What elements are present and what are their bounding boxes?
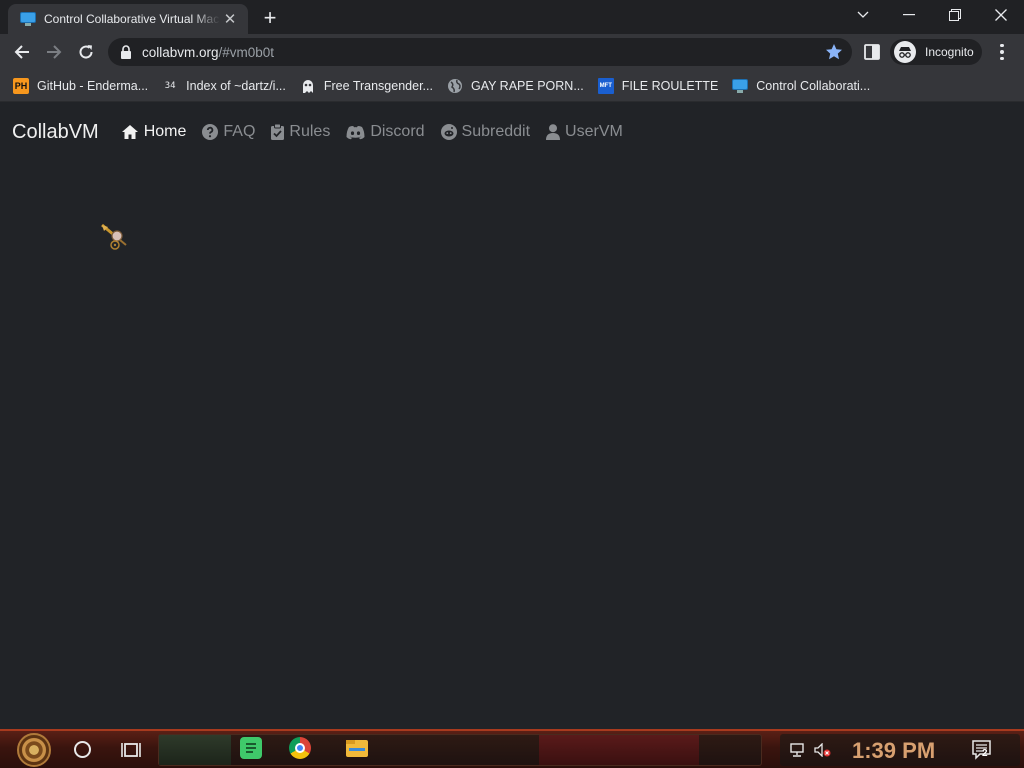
close-window-button[interactable] bbox=[978, 0, 1024, 30]
lock-icon bbox=[120, 45, 132, 59]
bookmark-item[interactable]: 34 Index of ~dartz/i... bbox=[155, 73, 293, 99]
address-bar[interactable]: collabvm.org/#vm0b0t bbox=[108, 38, 852, 66]
bookmarks-bar: PH GitHub - Enderma... 34 Index of ~dart… bbox=[0, 70, 1024, 102]
discord-icon bbox=[346, 125, 365, 139]
side-panel-icon[interactable] bbox=[862, 42, 882, 62]
bookmark-label: FILE ROULETTE bbox=[621, 78, 719, 93]
browser-toolbar: collabvm.org/#vm0b0t Incognito bbox=[0, 34, 1024, 70]
ghost-icon bbox=[300, 78, 316, 94]
ph-icon: PH bbox=[13, 77, 29, 94]
system-tray: 1:39 PM 2 bbox=[780, 734, 1020, 766]
minimize-button[interactable] bbox=[886, 0, 932, 30]
address-url: collabvm.org/#vm0b0t bbox=[142, 45, 274, 60]
arrow-left-icon bbox=[14, 45, 29, 59]
windows-taskbar: 1:39 PM 2 bbox=[0, 729, 1024, 768]
monitor-icon bbox=[20, 11, 36, 27]
bookmark-item[interactable]: MFT FILE ROULETTE bbox=[591, 73, 726, 99]
taskbar-decor-panel bbox=[539, 735, 699, 765]
url-path: /#vm0b0t bbox=[218, 44, 275, 60]
tab-active[interactable]: Control Collaborative Virtual Machine ✕ bbox=[8, 4, 248, 34]
bookmark-label: Control Collaborati... bbox=[756, 78, 871, 93]
nav-discord[interactable]: Discord bbox=[346, 123, 425, 141]
taskbar-decor-panel bbox=[159, 735, 231, 765]
bookmark-label: Index of ~dartz/i... bbox=[186, 78, 286, 93]
nav-faq-label: FAQ bbox=[223, 123, 256, 140]
incognito-label: Incognito bbox=[925, 45, 974, 59]
reload-icon bbox=[79, 45, 93, 59]
chrome-app-icon[interactable] bbox=[289, 737, 311, 759]
bookmark-label: GAY RAPE PORN... bbox=[470, 78, 584, 93]
taskbar-clock[interactable]: 1:39 PM bbox=[852, 738, 935, 764]
start-orb-icon bbox=[17, 733, 51, 767]
monitor-icon bbox=[732, 78, 749, 94]
notification-center-icon[interactable]: 2 bbox=[972, 740, 994, 760]
tab-close-icon[interactable]: ✕ bbox=[220, 9, 240, 29]
nav-uservm[interactable]: UserVM bbox=[546, 123, 623, 141]
bookmark-item[interactable]: PH GitHub - Enderma... bbox=[6, 73, 155, 99]
tab-search-chevron-icon[interactable] bbox=[840, 0, 886, 30]
browser-titlebar: Control Collaborative Virtual Machine ✕ … bbox=[0, 0, 1024, 34]
nav-rules-label: Rules bbox=[289, 123, 331, 140]
page-content: CollabVM Home FAQ Rules Discord Subreddi… bbox=[0, 103, 1024, 729]
task-view-icon[interactable] bbox=[121, 740, 141, 760]
notification-count: 2 bbox=[982, 748, 988, 759]
tab-title: Control Collaborative Virtual Machine bbox=[44, 12, 220, 26]
forward-button[interactable] bbox=[40, 38, 68, 66]
back-button[interactable] bbox=[8, 38, 36, 66]
reload-button[interactable] bbox=[72, 38, 100, 66]
nav-subreddit-label: Subreddit bbox=[461, 123, 531, 140]
new-tab-button[interactable]: + bbox=[258, 5, 282, 30]
bookmark-item[interactable]: Control Collaborati... bbox=[725, 73, 877, 99]
browser-menu-icon[interactable] bbox=[994, 40, 1010, 64]
nav-subreddit[interactable]: Subreddit bbox=[440, 123, 531, 141]
bookmark-label: Free Transgender... bbox=[323, 78, 433, 93]
nav-discord-label: Discord bbox=[370, 123, 425, 140]
start-button[interactable] bbox=[10, 732, 58, 768]
steampunk-cursor-icon bbox=[100, 223, 132, 255]
bookmark-label: GitHub - Enderma... bbox=[37, 78, 149, 93]
url-host: collabvm.org bbox=[142, 44, 219, 60]
nav-home-label: Home bbox=[143, 123, 187, 140]
mft-icon: MFT bbox=[597, 77, 614, 94]
file-explorer-icon[interactable] bbox=[346, 740, 368, 757]
user-icon bbox=[546, 124, 561, 140]
incognito-icon bbox=[894, 41, 916, 63]
question-icon bbox=[202, 124, 219, 140]
cortana-icon[interactable] bbox=[74, 741, 91, 758]
nav-home[interactable]: Home bbox=[121, 123, 187, 141]
site-navbar: CollabVM Home FAQ Rules Discord Subreddi… bbox=[0, 103, 1024, 161]
bookmark-item[interactable]: Free Transgender... bbox=[293, 73, 440, 99]
arrow-right-icon bbox=[47, 45, 62, 59]
home-icon bbox=[121, 125, 138, 139]
clipboard-icon bbox=[271, 124, 285, 140]
nav-uservm-label: UserVM bbox=[565, 123, 623, 140]
incognito-profile-button[interactable]: Incognito bbox=[890, 39, 982, 65]
index-icon: 34 bbox=[164, 80, 176, 91]
reddit-icon bbox=[440, 124, 457, 140]
site-brand[interactable]: CollabVM bbox=[12, 121, 99, 144]
notes-app-icon[interactable] bbox=[240, 737, 262, 759]
globe-icon bbox=[447, 78, 463, 94]
nav-rules[interactable]: Rules bbox=[271, 123, 330, 141]
volume-muted-icon[interactable] bbox=[814, 742, 832, 758]
bookmark-star-icon[interactable] bbox=[824, 42, 844, 62]
network-icon[interactable] bbox=[790, 743, 806, 757]
restore-button[interactable] bbox=[932, 0, 978, 30]
nav-faq[interactable]: FAQ bbox=[202, 123, 255, 141]
bookmark-item[interactable]: GAY RAPE PORN... bbox=[440, 73, 591, 99]
